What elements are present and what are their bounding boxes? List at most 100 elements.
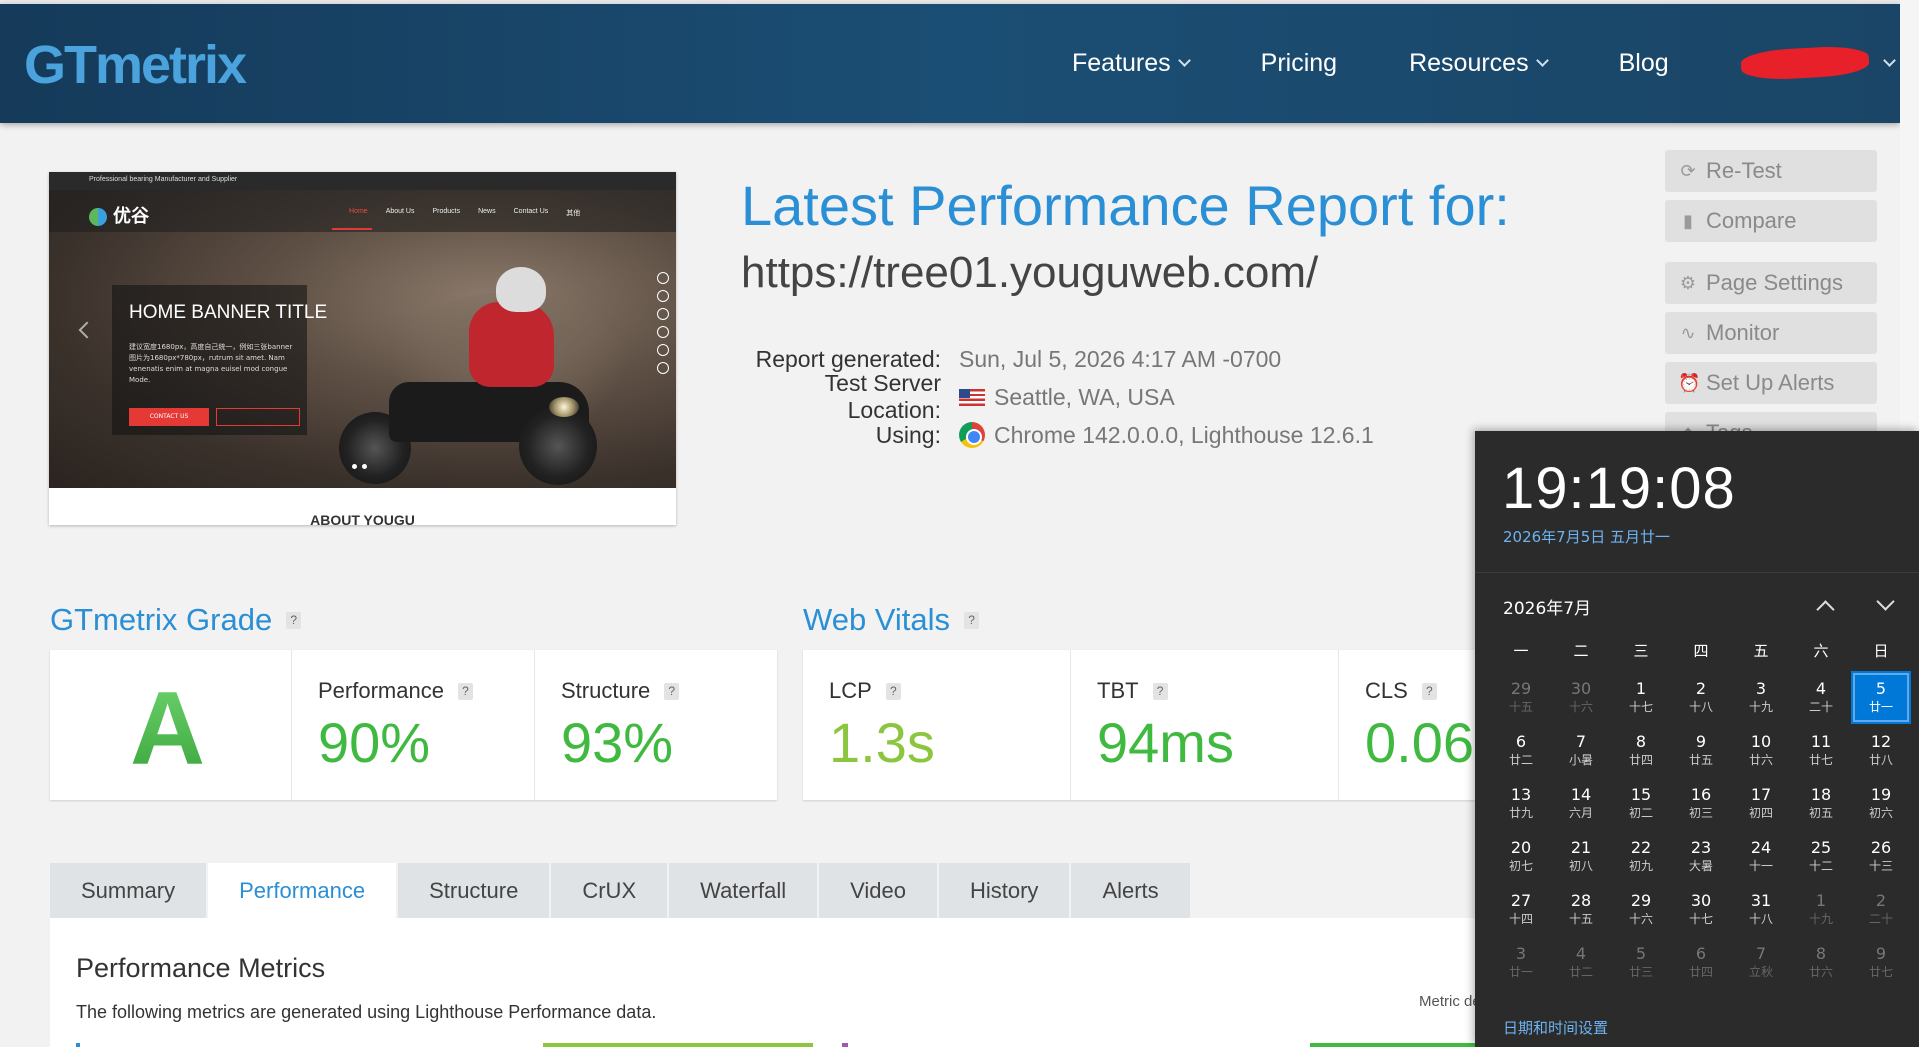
help-icon[interactable]: ? [664, 682, 680, 700]
calendar-day[interactable]: 16 初三 [1671, 777, 1731, 830]
day-number: 30 [1570, 678, 1592, 698]
help-icon[interactable]: ? [1421, 682, 1437, 700]
calendar-day[interactable]: 15 初二 [1611, 777, 1671, 830]
main-nav: Features Pricing Resources Blog [1072, 44, 1896, 82]
monitor-button[interactable]: ∿ Monitor [1665, 312, 1877, 354]
lunar-date: 初九 [1628, 858, 1653, 873]
nav-resources[interactable]: Resources [1409, 49, 1549, 78]
tab-performance[interactable]: Performance [208, 863, 397, 918]
help-icon[interactable]: ? [286, 611, 302, 629]
calendar-day[interactable]: 23 大暑 [1671, 830, 1731, 883]
tab-history[interactable]: History [938, 863, 1070, 918]
chevron-down-icon[interactable] [1876, 592, 1895, 611]
lunar-date: 廿八 [1868, 752, 1893, 767]
chevron-up-icon[interactable] [1816, 600, 1835, 619]
calendar-day[interactable]: 10 廿六 [1731, 724, 1791, 777]
compare-button[interactable]: ▮ Compare [1665, 200, 1877, 242]
help-icon[interactable]: ? [964, 611, 980, 629]
calendar-day[interactable]: 21 初八 [1551, 830, 1611, 883]
calendar-day[interactable]: 25 十二 [1791, 830, 1851, 883]
cls-cell: CLS? 0.06 [1339, 650, 1475, 800]
lunar-date: 廿七 [1808, 752, 1833, 767]
calendar-day[interactable]: 22 初九 [1611, 830, 1671, 883]
performance-label-text: Performance [318, 678, 444, 703]
tab-crux[interactable]: CrUX [551, 863, 668, 918]
retest-button[interactable]: ⟳ Re-Test [1665, 150, 1877, 192]
day-number: 11 [1810, 731, 1832, 751]
tab-video[interactable]: Video [819, 863, 937, 918]
help-icon[interactable]: ? [1152, 682, 1168, 700]
grade-title: GTmetrix Grade [50, 602, 273, 637]
calendar-day[interactable]: 7 立秋 [1731, 936, 1791, 989]
calendar-day[interactable]: 28 十五 [1551, 883, 1611, 936]
calendar-day[interactable]: 1 十七 [1611, 671, 1671, 724]
date-time-settings-link[interactable]: 日期和时间设置 [1503, 1017, 1608, 1038]
weekday-label: 一 [1513, 642, 1529, 660]
tab-summary[interactable]: Summary [50, 863, 207, 918]
retest-label: Re-Test [1706, 158, 1782, 183]
day-number: 1 [1815, 890, 1827, 910]
report-url[interactable]: https://tree01.youguweb.com/ [741, 248, 1318, 298]
lunar-date: 廿六 [1748, 752, 1773, 767]
calendar-day[interactable]: 27 十四 [1491, 883, 1551, 936]
calendar-day[interactable]: 9 廿七 [1851, 936, 1911, 989]
calendar-month[interactable]: 2026年7月 [1503, 594, 1591, 619]
calendar-day[interactable]: 8 廿四 [1611, 724, 1671, 777]
calendar-day[interactable]: 20 初七 [1491, 830, 1551, 883]
calendar-day[interactable]: 8 廿六 [1791, 936, 1851, 989]
calendar-day[interactable]: 7 小暑 [1551, 724, 1611, 777]
calendar-day[interactable]: 13 廿九 [1491, 777, 1551, 830]
calendar-day[interactable]: 6 廿二 [1491, 724, 1551, 777]
calendar-day[interactable]: 14 六月 [1551, 777, 1611, 830]
calendar-day[interactable]: 3 十九 [1731, 671, 1791, 724]
calendar-day[interactable]: 19 初六 [1851, 777, 1911, 830]
structure-value: 93% [561, 711, 674, 774]
calendar-day[interactable]: 18 初五 [1791, 777, 1851, 830]
tbt-cell: TBT? 94ms [1071, 650, 1339, 800]
calendar-day[interactable]: 11 廿七 [1791, 724, 1851, 777]
calendar-day[interactable]: 4 廿二 [1551, 936, 1611, 989]
nav-pricing[interactable]: Pricing [1261, 49, 1337, 78]
calendar-day[interactable]: 29 十六 [1611, 883, 1671, 936]
calendar-day-today[interactable]: 5 廿一 [1851, 671, 1911, 724]
us-flag-icon [959, 388, 985, 406]
page-settings-button[interactable]: ⚙ Page Settings [1665, 262, 1877, 304]
setup-alerts-button[interactable]: ⏰ Set Up Alerts [1665, 362, 1877, 404]
clock-date[interactable]: 2026年7月5日 五月廿一 [1503, 526, 1670, 547]
site-menu-item: News [478, 208, 496, 215]
page-screenshot[interactable]: Professional bearing Manufacturer and Su… [49, 172, 676, 525]
user-menu[interactable] [1739, 44, 1896, 82]
using-label: Using: [875, 421, 941, 448]
performance-metrics-description: The following metrics are generated usin… [76, 1002, 657, 1022]
calendar-day[interactable]: 1 十九 [1791, 883, 1851, 936]
calendar-day[interactable]: 26 十三 [1851, 830, 1911, 883]
tab-structure[interactable]: Structure [398, 863, 550, 918]
calendar-day[interactable]: 29 十五 [1491, 671, 1551, 724]
calendar-day[interactable]: 6 廿四 [1671, 936, 1731, 989]
location-text: Seattle, WA, USA [994, 383, 1175, 410]
calendar-day[interactable]: 3 廿一 [1491, 936, 1551, 989]
calendar-day[interactable]: 24 十一 [1731, 830, 1791, 883]
calendar-day[interactable]: 2 十八 [1671, 671, 1731, 724]
banner-text: 建议宽度1680px，高度自己统一，例如三张banner图片为1680px*78… [129, 343, 293, 384]
nav-blog[interactable]: Blog [1619, 49, 1669, 78]
gtmetrix-logo[interactable]: GTmetrix [24, 34, 247, 96]
metric-definitions-link[interactable]: Metric de [1419, 993, 1479, 1010]
calendar-day[interactable]: 5 廿三 [1611, 936, 1671, 989]
calendar-day[interactable]: 31 十八 [1731, 883, 1791, 936]
calendar-day[interactable]: 17 初四 [1731, 777, 1791, 830]
calendar-day[interactable]: 4 二十 [1791, 671, 1851, 724]
calendar-day[interactable]: 30 十七 [1671, 883, 1731, 936]
help-icon[interactable]: ? [457, 682, 473, 700]
calendar-day[interactable]: 9 廿五 [1671, 724, 1731, 777]
day-number: 29 [1510, 678, 1532, 698]
weekday-label: 三 [1633, 642, 1649, 660]
site-header: GTmetrix Features Pricing Resources Blog [0, 4, 1900, 123]
help-icon[interactable]: ? [885, 682, 901, 700]
tab-waterfall[interactable]: Waterfall [669, 863, 818, 918]
nav-features[interactable]: Features [1072, 49, 1191, 78]
calendar-day[interactable]: 2 二十 [1851, 883, 1911, 936]
tab-alerts[interactable]: Alerts [1071, 863, 1190, 918]
calendar-day[interactable]: 30 十六 [1551, 671, 1611, 724]
calendar-day[interactable]: 12 廿八 [1851, 724, 1911, 777]
